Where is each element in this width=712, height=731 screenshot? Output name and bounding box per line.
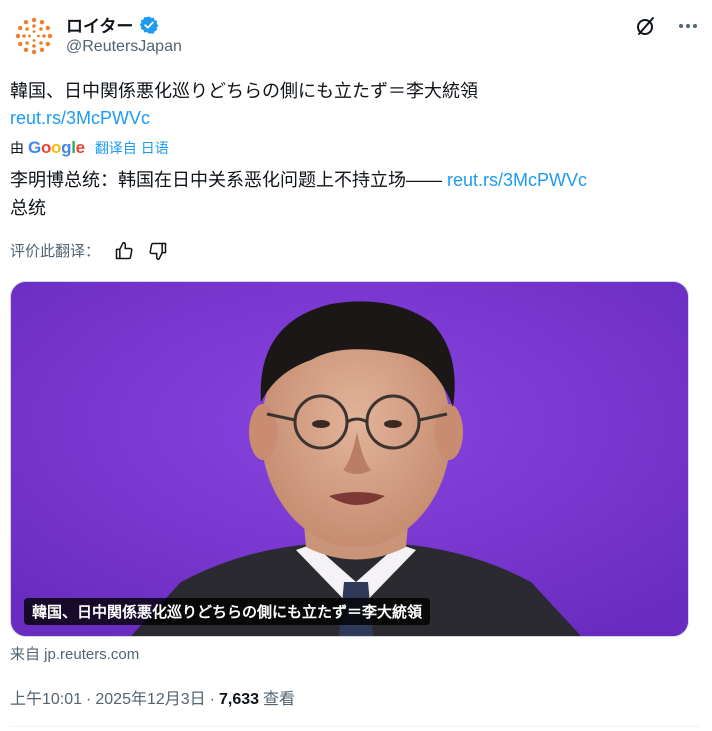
translated-link[interactable]: reut.rs/3McPWVc [447, 170, 587, 190]
grok-icon[interactable] [634, 14, 658, 38]
rate-label: 评价此翻译： [10, 243, 101, 260]
rate-translation: 评价此翻译： [10, 240, 168, 261]
post-header: ロイター @ReutersJapan [10, 8, 700, 68]
views-count: 7,633 [219, 691, 260, 708]
display-name[interactable]: ロイター [66, 12, 133, 37]
by-label: 由 [10, 140, 24, 156]
post-time[interactable]: 上午10:01 [10, 685, 82, 709]
translated-from-link[interactable]: 翻译自 日语 [95, 138, 169, 158]
more-options-icon[interactable] [676, 14, 700, 38]
views-label: 查看 [263, 691, 296, 708]
reuters-logo-icon[interactable] [14, 16, 54, 56]
post-link[interactable]: reut.rs/3McPWVc [10, 108, 150, 129]
thumbs-down-icon[interactable] [148, 241, 168, 261]
translation-attribution: 由 Google 翻译自 日语 [10, 138, 169, 158]
post-meta: 上午10:01 · 2025年12月3日 · 7,633 查看 [10, 685, 295, 709]
media-caption: 韓国、日中関係悪化巡りどちらの側にも立たず＝李大統領 [24, 598, 431, 625]
translated-text: 李明博总统：韩国在日中关系恶化问题上不持立场—— reut.rs/3McPWVc… [10, 170, 588, 218]
divider [10, 726, 700, 727]
post-date[interactable]: 2025年12月3日 [95, 685, 205, 709]
post-text: 韓国、日中関係悪化巡りどちらの側にも立たず＝李大統領 [10, 81, 478, 101]
google-logo: Google [28, 138, 85, 157]
verified-badge-icon [139, 15, 159, 35]
link-source[interactable]: 来自 jp.reuters.com [10, 643, 139, 664]
portrait-photo [11, 282, 688, 636]
thumbs-up-icon[interactable] [114, 241, 134, 261]
media-image[interactable]: 韓国、日中関係悪化巡りどちらの側にも立たず＝李大統領 [10, 281, 689, 637]
account-handle[interactable]: @ReutersJapan [66, 38, 182, 56]
